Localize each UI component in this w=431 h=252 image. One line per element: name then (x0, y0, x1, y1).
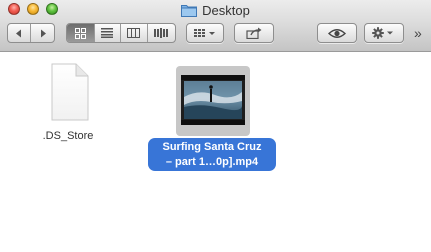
file-name: .DS_Store (42, 130, 94, 142)
coverflow-view-button[interactable] (148, 24, 175, 42)
window-title-text: Desktop (202, 2, 250, 18)
share-button[interactable] (234, 23, 274, 43)
back-forward-control[interactable] (7, 23, 55, 43)
share-icon (246, 27, 262, 39)
quicklook-button[interactable] (317, 23, 357, 43)
coverflow-view-icon (154, 28, 169, 38)
forward-button[interactable] (31, 24, 54, 42)
selected-file-name[interactable]: Surfing Santa Cruz – part 1…0p].mp4 (148, 138, 276, 171)
forward-arrow-icon (40, 29, 46, 37)
file-item-ds-store[interactable]: .DS_Store (36, 62, 100, 143)
column-view-icon (127, 28, 141, 38)
toolbar-overflow-chevron[interactable]: » (414, 25, 422, 41)
folder-icon (181, 4, 198, 17)
video-thumbnail-icon (181, 75, 245, 125)
icon-view-button[interactable] (67, 24, 95, 42)
column-view-button[interactable] (121, 24, 148, 42)
window-titlebar: Desktop » (0, 0, 431, 52)
window-title: Desktop (0, 1, 431, 19)
document-icon (51, 63, 89, 121)
list-view-icon (101, 28, 114, 38)
file-name-line-2: – part 1…0p].mp4 (165, 156, 259, 168)
arrange-grid-icon (194, 29, 215, 37)
back-arrow-icon (16, 29, 21, 37)
view-mode-control[interactable] (66, 23, 176, 43)
back-button[interactable] (8, 24, 32, 42)
icon-view-icon (74, 27, 86, 39)
list-view-button[interactable] (95, 24, 122, 42)
file-name-line-1: Surfing Santa Cruz (162, 141, 262, 153)
file-item-surfing-video[interactable] (176, 66, 250, 136)
gear-icon (372, 27, 393, 39)
action-menu-button[interactable] (364, 23, 404, 43)
eye-icon (328, 28, 346, 38)
arrange-button[interactable] (186, 23, 224, 43)
